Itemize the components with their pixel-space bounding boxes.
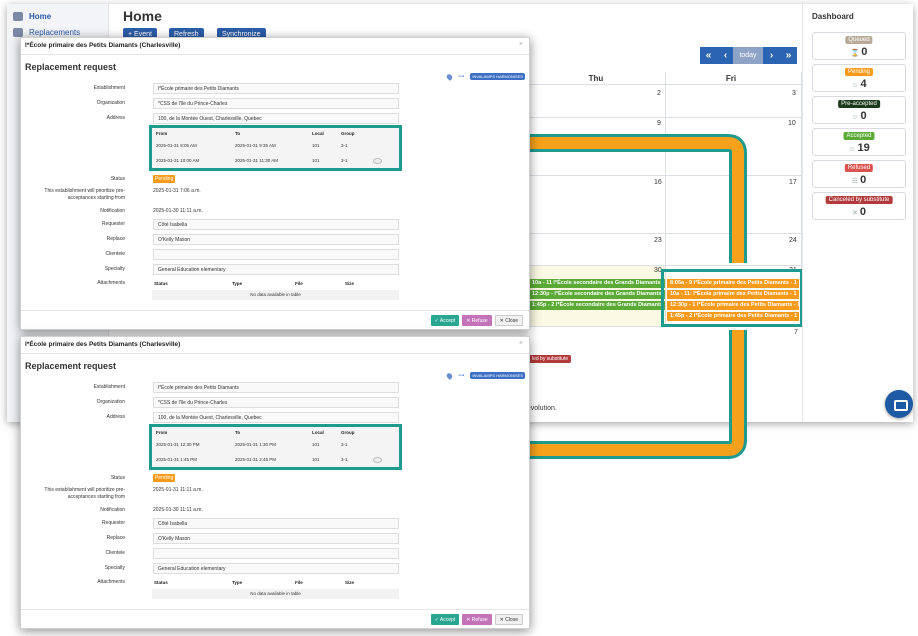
notification-value: 2025-01-30 11:11 a.m. (153, 507, 203, 513)
table-header: File (295, 281, 303, 286)
empty-table-message: No data available in table (152, 589, 399, 599)
modal-icons: ⊶ INVALAMPS HARMONISES (446, 72, 525, 81)
divider (21, 310, 529, 311)
requester-field: Côté Isabella (153, 518, 399, 529)
accept-button[interactable]: ✓ Accept (430, 315, 460, 326)
prioritize-label: This establishment will prioritize pre-a… (44, 487, 125, 500)
replacement-request-modal: l*École primaire des Petits Diamants (Ch… (20, 37, 530, 330)
attachments-label: Attachments (97, 280, 125, 286)
highlight-box (149, 125, 402, 171)
requester-label: Requester (101, 520, 125, 526)
replace-label: Replace (106, 236, 125, 242)
modal-footer: ✓ Accept ✕ Refuse ✕ Close (430, 614, 523, 625)
modal-tag: INVALAMPS HARMONISES (470, 73, 525, 80)
notification-value: 2025-01-30 11:11 a.m. (153, 208, 203, 214)
establishment-label: Establishment (93, 384, 125, 390)
table-header: Size (345, 281, 355, 286)
attachments-label: Attachments (97, 579, 125, 585)
establishment-field: l*École primaire des Petits Diamants (153, 83, 399, 94)
hierarchy-icon[interactable]: ⊶ (458, 73, 464, 80)
specialty-field: General Education elementary (153, 563, 399, 574)
prioritize-value: 2025-01-31 11:11 a.m. (153, 487, 203, 493)
organization-field: *CSS de l'île du Prince-Charles (153, 98, 399, 109)
specialty-label: Specialty (104, 266, 125, 272)
attachments-table: Status Type File Size No data available … (152, 279, 399, 301)
status-badge: Pending (153, 175, 176, 183)
address-label: Address (106, 115, 125, 121)
modal-header: l*École primaire des Petits Diamants (Ch… (21, 38, 529, 55)
table-header: Size (345, 580, 355, 585)
clientele-label: Clientele (105, 550, 125, 556)
requester-label: Requester (101, 221, 125, 227)
organization-field: *CSS de l'île du Prince-Charles (153, 397, 399, 408)
replacement-request-modal: l*École primaire des Petits Diamants (Ch… (20, 336, 530, 629)
modal-header: l*École primaire des Petits Diamants (Ch… (21, 337, 529, 354)
table-header: File (295, 580, 303, 585)
map-pin-icon[interactable] (446, 72, 454, 81)
replace-field: O'Kelly Mason (153, 533, 399, 544)
map-pin-icon[interactable] (446, 371, 454, 380)
close-button[interactable]: ✕ Close (494, 315, 523, 326)
highlight-box (149, 424, 402, 470)
status-badge: Pending (153, 474, 176, 482)
modal-tag: INVALAMPS HARMONISES (470, 372, 525, 379)
attachments-table: Status Type File Size No data available … (152, 578, 399, 600)
address-field: 100, de la Montée Ouest, Charlesville, Q… (153, 113, 399, 124)
address-field: 100, de la Montée Ouest, Charlesville, Q… (153, 412, 399, 423)
prioritize-label: This establishment will prioritize pre-a… (44, 188, 125, 201)
close-icon[interactable]: × (519, 41, 523, 48)
close-icon[interactable]: × (519, 340, 523, 347)
clientele-field (153, 548, 399, 559)
hierarchy-icon[interactable]: ⊶ (458, 372, 464, 379)
table-header: Type (232, 580, 243, 585)
modal-title: Replacement request (25, 62, 117, 72)
refuse-button[interactable]: ✕ Refuse (462, 315, 492, 326)
modal-icons: ⊶ INVALAMPS HARMONISES (446, 371, 525, 380)
specialty-label: Specialty (104, 565, 125, 571)
status-label: Status (110, 475, 125, 481)
refuse-button[interactable]: ✕ Refuse (462, 614, 492, 625)
organization-label: Organization (96, 100, 125, 106)
establishment-field: l*École primaire des Petits Diamants (153, 382, 399, 393)
clientele-label: Clientele (105, 251, 125, 257)
modal-title: Replacement request (25, 361, 117, 371)
modal-footer: ✓ Accept ✕ Refuse ✕ Close (430, 315, 523, 326)
table-header: Type (232, 281, 243, 286)
specialty-field: General Education elementary (153, 264, 399, 275)
modal-establishment: l*École primaire des Petits Diamants (Ch… (25, 341, 181, 348)
replace-field: O'Kelly Mason (153, 234, 399, 245)
notification-label: Notification (100, 208, 125, 214)
modal-establishment: l*École primaire des Petits Diamants (Ch… (25, 42, 181, 49)
address-label: Address (106, 414, 125, 420)
accept-button[interactable]: ✓ Accept (430, 614, 460, 625)
establishment-label: Establishment (93, 85, 125, 91)
empty-table-message: No data available in table (152, 290, 399, 300)
replace-label: Replace (106, 535, 125, 541)
notification-label: Notification (100, 507, 125, 513)
requester-field: Côté Isabella (153, 219, 399, 230)
table-header: Status (154, 281, 168, 286)
table-header: Status (154, 580, 168, 585)
prioritize-value: 2025-01-31 7:06 a.m. (153, 188, 201, 194)
organization-label: Organization (96, 399, 125, 405)
clientele-field (153, 249, 399, 260)
status-label: Status (110, 176, 125, 182)
divider (21, 609, 529, 610)
close-button[interactable]: ✕ Close (494, 614, 523, 625)
